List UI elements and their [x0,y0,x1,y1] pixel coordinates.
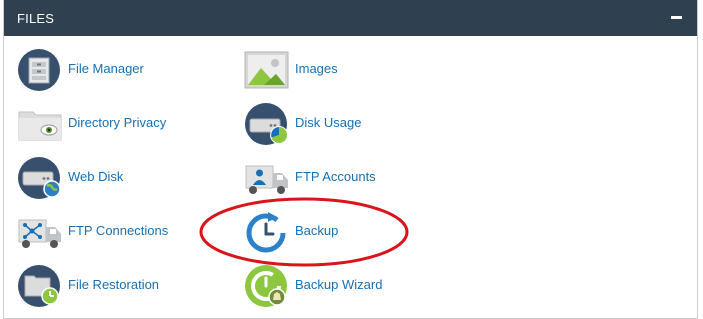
item-label: File Restoration [68,277,160,292]
item-label: Backup [295,223,339,238]
item-label: Backup Wizard [295,277,383,292]
item-label: Disk Usage [295,115,362,130]
images-icon [244,51,289,89]
backup-wizard-icon [245,265,287,307]
directory-privacy-icon [18,111,62,141]
item-label: Images [295,61,338,76]
file-restoration-icon [18,265,60,307]
item-label: FTP Accounts [295,169,376,184]
minus-icon [671,16,682,19]
panel-header: FILES [4,0,697,36]
file-manager-icon [18,49,60,91]
panel-title: FILES [17,11,55,26]
collapse-button[interactable] [669,10,685,26]
item-label: FTP Connections [68,223,169,238]
item-label: Directory Privacy [68,115,167,130]
item-label: Web Disk [68,169,124,184]
backup-icon [246,212,286,253]
disk-usage-icon [245,103,288,145]
files-panel: FILES File Manager Images Directory Priv… [3,0,698,319]
ftp-accounts-icon [245,165,288,194]
ftp-connections-icon [18,219,61,248]
item-label: File Manager [68,61,144,76]
web-disk-icon [18,157,61,199]
